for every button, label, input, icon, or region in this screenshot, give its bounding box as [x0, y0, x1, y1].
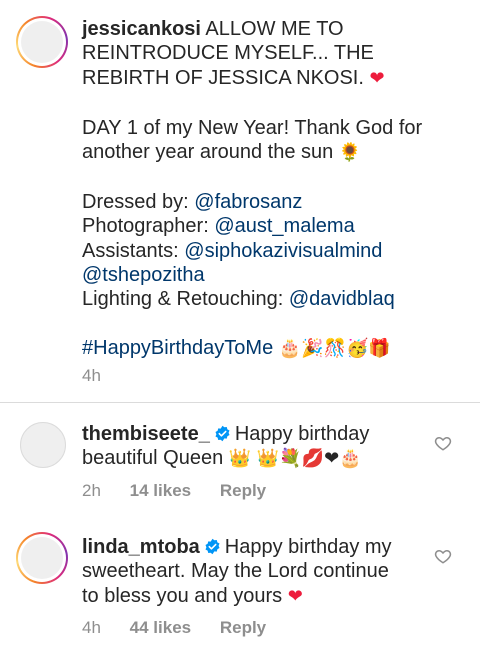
caption-meta: 4h: [82, 366, 101, 386]
caption-line-1: ALLOW ME TO: [205, 18, 344, 40]
commenter-avatar[interactable]: [20, 422, 66, 468]
comment-meta: 2h 14 likes Reply: [82, 481, 266, 501]
mention-assistant-2[interactable]: @tshepozitha: [82, 264, 205, 286]
heart-outline-icon[interactable]: [434, 434, 452, 452]
hashtag-link[interactable]: #HappyBirthdayToMe: [82, 337, 273, 359]
comment-likes[interactable]: 14 likes: [130, 481, 191, 501]
reply-button[interactable]: Reply: [220, 618, 266, 638]
comment-text-line-1: Happy birthday my: [224, 536, 392, 558]
mention-assistant-1[interactable]: @siphokazivisualmind: [184, 240, 382, 262]
verified-badge-icon: [205, 538, 220, 555]
comment-text: linda_mtoba Happy birthday my sweetheart.…: [82, 535, 442, 609]
heart-outline-icon[interactable]: [434, 547, 452, 565]
photographer-label: Photographer:: [82, 215, 209, 238]
comment-timestamp[interactable]: 2h: [82, 481, 101, 501]
lighting-label: Lighting & Retouching:: [82, 288, 284, 311]
mention-photographer[interactable]: @aust_malema: [214, 215, 354, 237]
caption-author-avatar[interactable]: [16, 16, 68, 68]
comment-emojis: 👑 👑💐💋❤🎂: [228, 448, 362, 470]
mention-dressed-by[interactable]: @fabrosanz: [194, 191, 302, 213]
commenter-avatar[interactable]: [16, 532, 68, 584]
comment-timestamp[interactable]: 4h: [82, 618, 101, 638]
sunflower-emoji: 🌻: [338, 142, 362, 164]
comment-text-line-2: sweetheart. May the Lord continue: [82, 560, 389, 583]
comment-username[interactable]: linda_mtoba: [82, 536, 200, 558]
comment-meta: 4h 44 likes Reply: [82, 618, 266, 638]
caption-line-2: REINTRODUCE MYSELF... THE: [82, 42, 374, 65]
caption-timestamp[interactable]: 4h: [82, 366, 101, 386]
caption-text: jessicankosi ALLOW ME TO REINTRODUCE MYS…: [82, 17, 442, 362]
heart-emoji: ❤: [287, 585, 303, 607]
comment-text: thembiseete_ Happy birthday beautiful Que…: [82, 422, 442, 472]
caption-line-5: another year around the sun: [82, 141, 334, 164]
verified-badge-icon: [215, 425, 230, 442]
comment-text-line-3: to bless you and yours: [82, 584, 283, 607]
comment-likes[interactable]: 44 likes: [130, 618, 191, 638]
caption-divider: [0, 402, 480, 403]
heart-emoji: ❤: [369, 67, 385, 89]
comment-text-line-1: Happy birthday: [234, 423, 370, 445]
assistants-label: Assistants:: [82, 239, 179, 262]
reply-button[interactable]: Reply: [220, 481, 266, 501]
comment-username[interactable]: thembiseete_: [82, 423, 210, 445]
celebration-emojis: 🎂🎉🎊🥳🎁: [278, 338, 391, 360]
dressed-by-label: Dressed by:: [82, 190, 189, 213]
comment-text-line-2: beautiful Queen: [82, 447, 224, 470]
caption-line-3: REBIRTH OF JESSICA NKOSI.: [82, 66, 364, 89]
caption-username[interactable]: jessicankosi: [82, 18, 201, 40]
mention-lighting[interactable]: @davidblaq: [289, 288, 395, 310]
post-caption: jessicankosi ALLOW ME TO REINTRODUCE MYS…: [0, 0, 480, 402]
caption-line-4: DAY 1 of my New Year! Thank God for: [82, 116, 423, 139]
